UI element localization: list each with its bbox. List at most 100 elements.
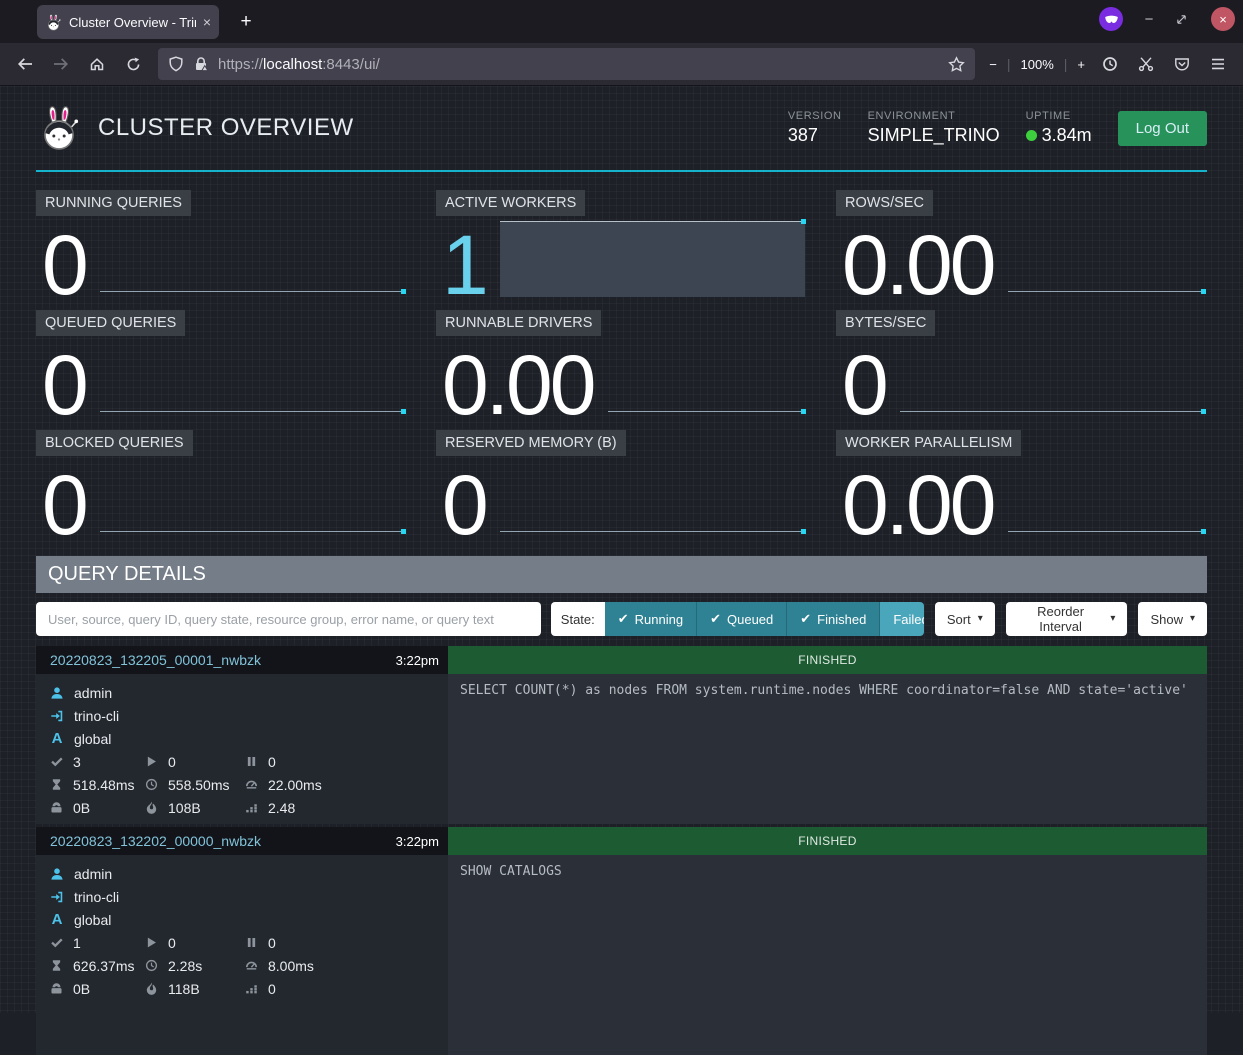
new-tab-button[interactable]: + xyxy=(232,8,260,36)
separator: | xyxy=(1064,56,1068,72)
state-running-button[interactable]: ✔Running xyxy=(605,602,696,636)
browser-tab[interactable]: Cluster Overview - Trino × xyxy=(37,5,219,39)
reorder-interval-dropdown[interactable]: Reorder Interval▾ xyxy=(1006,602,1128,636)
resource-group-icon: A xyxy=(50,730,64,747)
history-clock-icon[interactable] xyxy=(1095,49,1125,79)
tile-value: 0 xyxy=(842,351,886,420)
query-resource-group: global xyxy=(74,731,111,747)
tab-close-icon[interactable]: × xyxy=(203,14,211,30)
query-sql-text: SHOW CATALOGS xyxy=(448,855,1207,1055)
tracking-shield-icon[interactable] xyxy=(168,56,184,72)
sparkline xyxy=(1008,531,1206,532)
lock-warning-icon[interactable] xyxy=(193,56,209,72)
query-filter-bar: State: ✔Running ✔Queued ✔Finished Failed… xyxy=(36,602,1207,636)
tile-worker-parallelism: WORKER PARALLELISM 0.00 xyxy=(836,430,1207,540)
wall-time-hourglass-icon xyxy=(50,778,63,791)
query-card: 20220823_132202_00000_nwbzk 3:22pm FINIS… xyxy=(36,827,1207,1055)
check-icon: ✔ xyxy=(800,611,811,627)
state-filter-label: State: xyxy=(551,602,605,636)
state-queued-button[interactable]: ✔Queued xyxy=(696,602,786,636)
browser-titlebar: Cluster Overview - Trino × + − × xyxy=(0,0,1243,43)
current-memory-scale-icon xyxy=(50,982,63,995)
browser-navbar: https://localhost:8443/ui/ − | 100% | + xyxy=(0,43,1243,86)
sparkline xyxy=(100,291,405,292)
query-status-bar: FINISHED xyxy=(448,827,1207,855)
check-icon: ✔ xyxy=(618,611,629,627)
chevron-down-icon: ▾ xyxy=(1110,614,1115,624)
home-button[interactable] xyxy=(82,49,112,79)
chevron-down-icon: ▾ xyxy=(978,614,983,624)
separator: | xyxy=(1007,56,1011,72)
show-dropdown[interactable]: Show▾ xyxy=(1138,602,1207,636)
tab-title: Cluster Overview - Trino xyxy=(69,15,196,30)
query-id-link[interactable]: 20220823_132205_00001_nwbzk xyxy=(50,652,261,668)
query-details-title: QUERY DETAILS xyxy=(36,556,1207,593)
query-id-link[interactable]: 20220823_132202_00000_nwbzk xyxy=(50,833,261,849)
state-failed-dropdown[interactable]: Failed▾ xyxy=(879,602,924,636)
running-splits-play-icon xyxy=(145,936,158,949)
user-icon xyxy=(50,867,64,881)
sparkline xyxy=(900,411,1205,412)
query-time: 3:22pm xyxy=(396,834,439,849)
zoom-out-button[interactable]: − xyxy=(985,57,1001,72)
sort-dropdown[interactable]: Sort▾ xyxy=(935,602,995,636)
parallelism-eq-icon xyxy=(245,801,258,814)
tile-value: 0.00 xyxy=(842,471,994,540)
query-resource-group: global xyxy=(74,912,111,928)
tile-active-workers: ACTIVE WORKERS 1 xyxy=(436,190,807,300)
current-memory-scale-icon xyxy=(50,801,63,814)
query-list: 20220823_132205_00001_nwbzk 3:22pm FINIS… xyxy=(36,646,1207,1055)
zoom-in-button[interactable]: + xyxy=(1073,57,1089,72)
source-login-icon xyxy=(50,890,64,904)
state-finished-button[interactable]: ✔Finished xyxy=(786,602,879,636)
query-time: 3:22pm xyxy=(396,653,439,668)
check-icon: ✔ xyxy=(710,611,721,627)
page-title: CLUSTER OVERVIEW xyxy=(98,114,354,142)
state-filter-group: State: ✔Running ✔Queued ✔Finished Failed… xyxy=(551,602,924,636)
window-restore-button[interactable] xyxy=(1175,13,1195,26)
wall-time-hourglass-icon xyxy=(50,959,63,972)
query-user: admin xyxy=(74,866,112,882)
total-time-clock-icon xyxy=(145,778,158,791)
bookmark-star-icon[interactable] xyxy=(948,56,965,73)
peak-memory-fire-icon xyxy=(145,982,158,995)
zoom-level[interactable]: 100% xyxy=(1017,57,1058,72)
stat-tiles: RUNNING QUERIES 0 ACTIVE WORKERS 1 ROWS/… xyxy=(36,190,1207,540)
tile-queued-queries: QUEUED QUERIES 0 xyxy=(36,310,407,420)
logout-button[interactable]: Log Out xyxy=(1118,111,1207,146)
trino-cluster-overview-page: CLUSTER OVERVIEW VERSION 387 ENVIRONMENT… xyxy=(0,86,1243,1013)
forward-button[interactable] xyxy=(46,49,76,79)
window-close-button[interactable]: × xyxy=(1211,7,1235,31)
queued-splits-pause-icon xyxy=(245,936,258,949)
tile-runnable-drivers: RUNNABLE DRIVERS 0.00 xyxy=(436,310,807,420)
total-time-clock-icon xyxy=(145,959,158,972)
reload-button[interactable] xyxy=(118,49,148,79)
source-login-icon xyxy=(50,709,64,723)
sparkline xyxy=(100,531,405,532)
query-search-input[interactable] xyxy=(36,602,541,636)
menu-hamburger-icon[interactable] xyxy=(1203,49,1233,79)
screenshot-scissors-icon[interactable] xyxy=(1131,49,1161,79)
environment-value: SIMPLE_TRINO xyxy=(868,125,1000,146)
window-minimize-button[interactable]: − xyxy=(1139,11,1159,28)
tile-rows-sec: ROWS/SEC 0.00 xyxy=(836,190,1207,300)
query-details-section: QUERY DETAILS State: ✔Running ✔Queued ✔F… xyxy=(36,556,1207,1055)
completed-splits-check-icon xyxy=(50,936,63,949)
app-header: CLUSTER OVERVIEW VERSION 387 ENVIRONMENT… xyxy=(36,86,1207,172)
tile-value: 0.00 xyxy=(842,231,994,300)
pocket-icon[interactable] xyxy=(1167,49,1197,79)
sparkline-filled xyxy=(500,221,805,297)
user-icon xyxy=(50,686,64,700)
chevron-down-icon: ▾ xyxy=(1190,614,1195,624)
url-bar[interactable]: https://localhost:8443/ui/ xyxy=(158,48,975,80)
resource-group-icon: A xyxy=(50,911,64,928)
trino-favicon xyxy=(45,14,62,31)
environment-block: ENVIRONMENT SIMPLE_TRINO xyxy=(868,110,1000,146)
tile-value: 1 xyxy=(442,231,486,300)
back-button[interactable] xyxy=(10,49,40,79)
sparkline xyxy=(100,411,405,412)
tile-value: 0 xyxy=(442,471,486,540)
tile-value: 0 xyxy=(42,351,86,420)
query-sql-text: SELECT COUNT(*) as nodes FROM system.run… xyxy=(448,674,1207,824)
sparkline xyxy=(608,411,806,412)
